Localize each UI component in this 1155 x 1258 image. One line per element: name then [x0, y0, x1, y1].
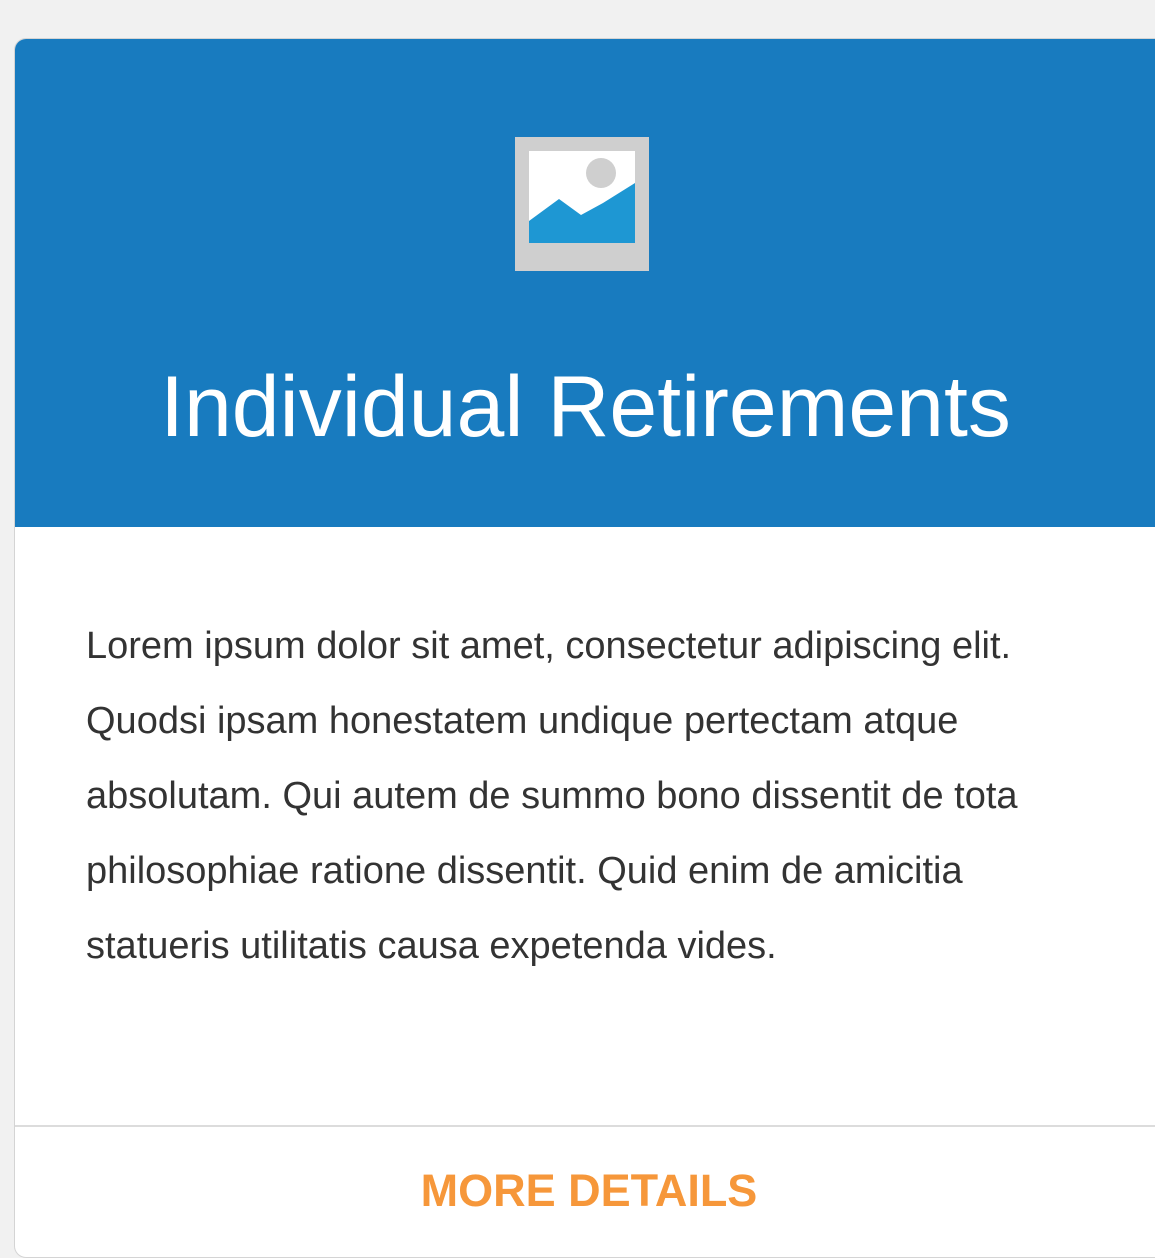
- more-details-link[interactable]: MORE DETAILS: [15, 1161, 1155, 1221]
- card-header: Individual Retirements: [15, 39, 1155, 527]
- image-placeholder-icon: [515, 137, 649, 271]
- card-title: Individual Retirements: [160, 359, 1011, 455]
- card-description: Lorem ipsum dolor sit amet, consectetur …: [86, 625, 1018, 967]
- product-card: Individual Retirements Lorem ipsum dolor…: [14, 38, 1155, 1258]
- card-divider: [15, 1125, 1155, 1127]
